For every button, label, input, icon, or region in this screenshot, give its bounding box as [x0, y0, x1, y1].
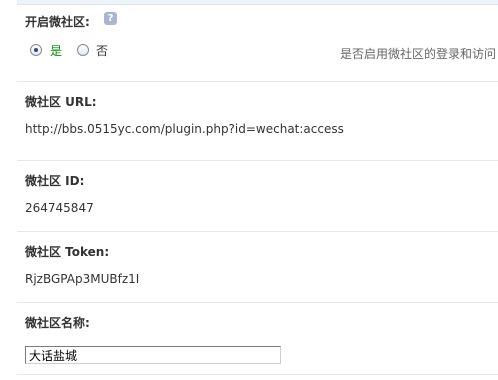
url-label: 微社区 URL:	[25, 95, 97, 109]
divider	[17, 302, 498, 303]
settings-page: 开启微社区: ? 是 否 是否启用微社区的登录和访问 微社区 URL: http…	[0, 0, 498, 380]
enable-hint: 是否启用微社区的登录和访问	[340, 47, 497, 61]
id-value: 264745847	[25, 201, 94, 215]
radio-yes[interactable]	[30, 44, 42, 56]
divider	[17, 231, 498, 232]
name-label: 微社区名称:	[25, 316, 90, 330]
enable-label: 开启微社区:	[25, 15, 90, 29]
radio-yes-label[interactable]: 是	[50, 42, 62, 59]
header-strip	[17, 0, 498, 5]
help-icon[interactable]: ?	[104, 12, 117, 25]
radio-no-label[interactable]: 否	[96, 42, 108, 59]
id-label: 微社区 ID:	[25, 174, 85, 188]
divider	[17, 81, 498, 82]
token-value: RjzBGPAp3MUBfz1I	[25, 272, 140, 286]
token-label: 微社区 Token:	[25, 245, 110, 259]
radio-selected-dot	[34, 48, 38, 52]
divider	[17, 374, 498, 375]
divider	[17, 160, 498, 161]
radio-no[interactable]	[77, 44, 89, 56]
community-name-input[interactable]	[25, 346, 281, 364]
url-value: http://bbs.0515yc.com/plugin.php?id=wech…	[25, 122, 344, 136]
